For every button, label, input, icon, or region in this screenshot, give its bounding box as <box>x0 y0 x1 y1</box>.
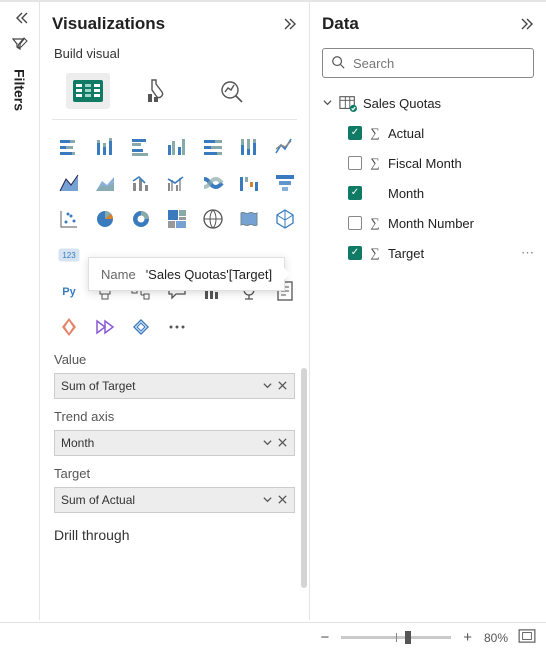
field-tooltip: Name 'Sales Quotas'[Target] <box>88 257 285 291</box>
field-checkbox[interactable] <box>348 216 362 230</box>
py-visual-icon[interactable]: Py <box>54 276 84 306</box>
search-icon <box>331 55 345 72</box>
field-checkbox[interactable] <box>348 126 362 140</box>
field-checkbox[interactable] <box>348 246 362 260</box>
build-visual-label: Build visual <box>40 46 309 67</box>
remove-field-icon[interactable] <box>277 436 288 451</box>
viz-pane-title: Visualizations <box>52 14 165 34</box>
status-bar: − + 80% <box>0 622 546 652</box>
area-chart-icon[interactable] <box>54 168 84 198</box>
chevron-down-icon[interactable] <box>262 379 273 394</box>
analytics-tab[interactable] <box>210 73 254 109</box>
more-options-icon[interactable]: ⋯ <box>521 245 534 261</box>
waterfall-icon[interactable] <box>234 168 264 198</box>
trend-axis-label: Trend axis <box>54 409 295 424</box>
zoom-out-button[interactable]: − <box>318 629 331 646</box>
field-row[interactable]: ∑ Actual <box>322 118 534 148</box>
sigma-icon: ∑ <box>368 125 382 141</box>
gauge-icon[interactable]: 123 <box>54 240 84 270</box>
treemap-icon[interactable] <box>162 204 192 234</box>
visualizations-pane: Visualizations Build visual <box>40 2 310 620</box>
field-row[interactable]: ∑ Fiscal Month <box>322 148 534 178</box>
field-checkbox[interactable] <box>348 186 362 200</box>
data-pane: Data Sales Quotas ∑ Actual ∑ Fiscal Month Mo… <box>310 2 546 620</box>
table-icon <box>339 94 357 112</box>
field-name: Target <box>388 246 424 261</box>
collapse-viz-icon[interactable] <box>281 16 297 32</box>
clustered-column-icon[interactable] <box>162 132 192 162</box>
sigma-icon: ∑ <box>368 245 382 261</box>
power-apps-icon[interactable] <box>54 312 84 342</box>
table-name: Sales Quotas <box>363 96 441 111</box>
field-name: Actual <box>388 126 424 141</box>
target-field-label: Target <box>54 466 295 481</box>
map-icon[interactable] <box>198 204 228 234</box>
more-visuals-icon[interactable] <box>162 312 192 342</box>
clustered-bar-icon[interactable] <box>126 132 156 162</box>
sigma-icon: ∑ <box>368 215 382 231</box>
stacked-bar-icon[interactable] <box>54 132 84 162</box>
filters-pane-collapsed[interactable]: Filters <box>0 2 40 620</box>
drill-through-heading: Drill through <box>40 513 309 543</box>
zoom-slider[interactable] <box>341 636 451 639</box>
collapse-data-icon[interactable] <box>518 16 534 32</box>
chevron-down-icon[interactable] <box>262 436 273 451</box>
scatter-icon[interactable] <box>54 204 84 234</box>
funnel-icon[interactable] <box>270 168 300 198</box>
viz-scrollbar[interactable] <box>301 368 307 588</box>
remove-field-icon[interactable] <box>277 379 288 394</box>
remove-field-icon[interactable] <box>277 493 288 508</box>
field-row[interactable]: Month <box>322 178 534 208</box>
line-chart-icon[interactable] <box>270 132 300 162</box>
field-checkbox[interactable] <box>348 156 362 170</box>
data-search-box[interactable] <box>322 48 534 78</box>
pie-icon[interactable] <box>90 204 120 234</box>
build-visual-tab[interactable] <box>66 73 110 109</box>
chevron-down-icon[interactable] <box>262 493 273 508</box>
line-stacked-column-icon[interactable] <box>126 168 156 198</box>
hundred-stacked-bar-icon[interactable] <box>198 132 228 162</box>
zoom-level: 80% <box>484 631 508 645</box>
filter-toggle-icon[interactable] <box>12 36 28 55</box>
stacked-column-icon[interactable] <box>90 132 120 162</box>
target-field-well[interactable]: Sum of Actual <box>54 487 295 513</box>
field-name: Fiscal Month <box>388 156 462 171</box>
hundred-stacked-column-icon[interactable] <box>234 132 264 162</box>
filled-map-icon[interactable] <box>234 204 264 234</box>
sigma-icon: ∑ <box>368 155 382 171</box>
search-input[interactable] <box>351 55 531 72</box>
value-field-label: Value <box>54 352 295 367</box>
ribbon-chart-icon[interactable] <box>198 168 228 198</box>
line-clustered-column-icon[interactable] <box>162 168 192 198</box>
field-row[interactable]: ∑ Target ⋯ <box>322 238 534 268</box>
svg-text:Py: Py <box>62 286 76 298</box>
field-row[interactable]: ∑ Month Number <box>322 208 534 238</box>
value-field-well[interactable]: Sum of Target <box>54 373 295 399</box>
expand-filters-icon[interactable] <box>12 10 28 26</box>
field-name: Month <box>388 186 424 201</box>
zoom-in-button[interactable]: + <box>461 629 474 646</box>
chevron-down-icon <box>322 96 333 111</box>
fields-tree: Sales Quotas ∑ Actual ∑ Fiscal Month Month ∑ M… <box>310 88 546 268</box>
visual-type-picker: 123 Py <box>40 132 309 342</box>
table-node[interactable]: Sales Quotas <box>322 88 534 118</box>
fit-to-page-icon[interactable] <box>518 629 536 646</box>
filters-label: Filters <box>12 69 28 111</box>
custom-visual-icon[interactable] <box>126 312 156 342</box>
format-visual-tab[interactable] <box>138 73 182 109</box>
build-mode-tabs <box>52 67 297 120</box>
trend-axis-well[interactable]: Month <box>54 430 295 456</box>
donut-icon[interactable] <box>126 204 156 234</box>
stacked-area-icon[interactable] <box>90 168 120 198</box>
field-name: Month Number <box>388 216 474 231</box>
data-pane-title: Data <box>322 14 359 34</box>
svg-text:123: 123 <box>62 251 76 260</box>
power-automate-icon[interactable] <box>90 312 120 342</box>
azure-map-icon[interactable] <box>270 204 300 234</box>
